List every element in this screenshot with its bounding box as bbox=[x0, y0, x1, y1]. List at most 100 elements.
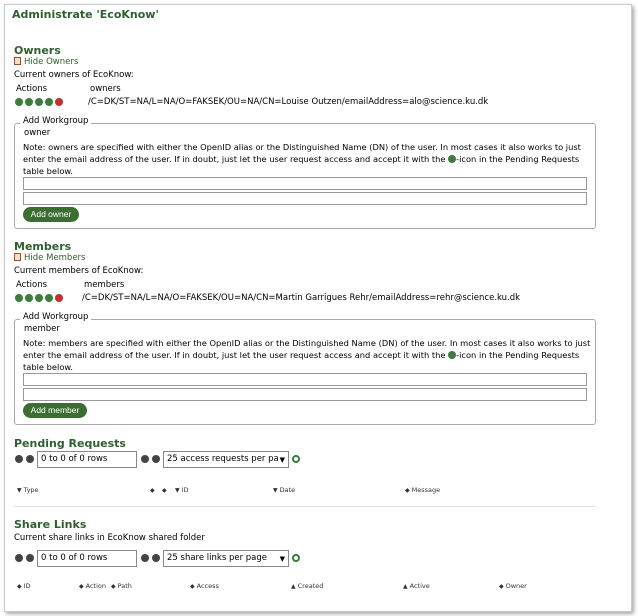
members-col-actions: Actions bbox=[16, 280, 48, 290]
sort-icon: ◆ bbox=[405, 487, 410, 494]
share-col-path-label: Path bbox=[117, 582, 132, 590]
pending-col-sort-b[interactable]: ◆ bbox=[162, 486, 169, 494]
owner-role-label: owner bbox=[24, 128, 51, 138]
sort-icon: ▼ bbox=[273, 487, 278, 494]
pending-col-type-label: Type bbox=[23, 486, 39, 494]
owners-heading: Owners bbox=[14, 44, 61, 57]
pending-per-page-value: 25 access requests per pa bbox=[167, 454, 279, 464]
first-icon[interactable] bbox=[15, 97, 23, 106]
share-col-created-label: Created bbox=[297, 582, 324, 590]
share-col-action-label: Action bbox=[85, 582, 106, 590]
next-icon[interactable] bbox=[35, 293, 43, 302]
sort-icon: ▼ bbox=[17, 487, 22, 494]
pager-first-icon[interactable] bbox=[15, 455, 23, 463]
add-owner-button[interactable]: Add owner bbox=[23, 207, 79, 222]
pending-col-message-label: Message bbox=[411, 486, 441, 494]
pending-per-page-select[interactable]: 25 access requests per pa ▼ bbox=[163, 451, 289, 468]
share-pager-input[interactable]: 0 to 0 of 0 rows bbox=[37, 550, 137, 567]
owners-col-actions: Actions bbox=[16, 84, 48, 94]
share-col-path[interactable]: ◆ Path bbox=[111, 582, 132, 590]
prev-icon[interactable] bbox=[25, 293, 33, 302]
member-input[interactable] bbox=[23, 373, 587, 386]
sort-icon: ◆ bbox=[162, 487, 167, 494]
owners-col-name: owners bbox=[90, 84, 121, 94]
pager-last-icon[interactable] bbox=[152, 455, 160, 463]
share-col-id[interactable]: ◆ ID bbox=[17, 582, 31, 590]
pending-col-sort-a[interactable]: ◆ bbox=[150, 486, 157, 494]
share-subtitle: Current share links in EcoKnow shared fo… bbox=[14, 533, 205, 543]
remove-icon[interactable] bbox=[55, 293, 63, 302]
share-heading: Share Links bbox=[14, 518, 87, 531]
owner-input-2[interactable] bbox=[23, 192, 587, 205]
share-per-page-select[interactable]: 25 share links per page ▼ bbox=[163, 550, 289, 567]
share-per-page-value: 25 share links per page bbox=[167, 553, 267, 563]
next-icon[interactable] bbox=[35, 97, 43, 106]
hide-members-link[interactable]: Hide Members bbox=[14, 253, 85, 263]
share-col-access[interactable]: ◆ Access bbox=[190, 582, 219, 590]
pager-next-icon[interactable] bbox=[141, 554, 149, 562]
add-owner-legend: Add Workgroup bbox=[20, 116, 92, 126]
pager-prev-icon[interactable] bbox=[26, 455, 34, 463]
members-col-name: members bbox=[84, 280, 125, 290]
member-role-label: member bbox=[24, 324, 60, 334]
sort-icon: ▲ bbox=[291, 583, 296, 590]
admin-panel bbox=[4, 4, 632, 612]
owners-current-label: Current owners of EcoKnow: bbox=[14, 70, 134, 80]
members-current-label: Current members of EcoKnow: bbox=[14, 266, 144, 276]
pending-col-type[interactable]: ▼ Type bbox=[17, 486, 39, 494]
share-col-owner[interactable]: ◆ Owner bbox=[499, 582, 527, 590]
chevron-down-icon: ▼ bbox=[279, 555, 285, 563]
owner-dn: /C=DK/ST=NA/L=NA/O=FAKSEK/OU=NA/CN=Louis… bbox=[88, 97, 489, 107]
share-col-created[interactable]: ▲ Created bbox=[291, 582, 323, 590]
pending-col-date-label: Date bbox=[279, 486, 296, 494]
last-icon[interactable] bbox=[45, 97, 53, 106]
sort-icon: ◆ bbox=[190, 583, 195, 590]
remove-icon[interactable] bbox=[55, 97, 63, 106]
share-col-owner-label: Owner bbox=[505, 582, 527, 590]
share-col-action[interactable]: ◆ Action bbox=[79, 582, 106, 590]
sort-icon: ◆ bbox=[499, 583, 504, 590]
pending-col-id-label: ID bbox=[181, 486, 189, 494]
sort-icon: ◆ bbox=[111, 583, 116, 590]
pending-pager-input[interactable]: 0 to 0 of 0 rows bbox=[37, 451, 137, 468]
member-note: Note: members are specified with either … bbox=[23, 337, 591, 373]
pending-col-date[interactable]: ▼ Date bbox=[273, 486, 295, 494]
sort-icon: ◆ bbox=[17, 583, 22, 590]
hide-members-label: Hide Members bbox=[24, 253, 86, 263]
page-title: Administrate 'EcoKnow' bbox=[12, 8, 159, 21]
add-member-legend: Add Workgroup bbox=[20, 312, 92, 322]
pager-last-icon[interactable] bbox=[152, 554, 160, 562]
hide-owners-link[interactable]: Hide Owners bbox=[14, 57, 78, 67]
accept-icon bbox=[448, 351, 457, 359]
add-member-button[interactable]: Add member bbox=[23, 403, 87, 418]
toggle-icon bbox=[14, 57, 21, 65]
pager-next-icon[interactable] bbox=[141, 455, 149, 463]
pending-heading: Pending Requests bbox=[14, 437, 126, 450]
member-dn: /C=DK/ST=NA/L=NA/O=FAKSEK/OU=NA/CN=Marti… bbox=[82, 293, 521, 303]
divider bbox=[14, 506, 596, 507]
members-heading: Members bbox=[14, 240, 72, 253]
sort-icon: ◆ bbox=[79, 583, 84, 590]
share-col-active[interactable]: ▲ Active bbox=[403, 582, 430, 590]
owner-note: Note: owners are specified with either t… bbox=[23, 141, 591, 177]
toggle-icon bbox=[14, 253, 21, 261]
pending-col-id[interactable]: ▼ ID bbox=[175, 486, 189, 494]
share-col-id-label: ID bbox=[23, 582, 31, 590]
last-icon[interactable] bbox=[45, 293, 53, 302]
owner-input[interactable] bbox=[23, 177, 587, 190]
chevron-down-icon: ▼ bbox=[279, 456, 285, 464]
pager-first-icon[interactable] bbox=[15, 554, 23, 562]
member-input-2[interactable] bbox=[23, 388, 587, 401]
member-row-actions bbox=[15, 293, 65, 303]
pager-prev-icon[interactable] bbox=[26, 554, 34, 562]
first-icon[interactable] bbox=[15, 293, 23, 302]
prev-icon[interactable] bbox=[25, 97, 33, 106]
pending-col-message[interactable]: ◆ Message bbox=[405, 486, 440, 494]
sort-icon: ◆ bbox=[150, 487, 155, 494]
hide-owners-label: Hide Owners bbox=[24, 57, 79, 67]
owner-row-actions bbox=[15, 97, 65, 107]
refresh-icon[interactable] bbox=[292, 554, 300, 562]
share-col-active-label: Active bbox=[409, 582, 430, 590]
sort-icon: ▼ bbox=[175, 487, 180, 494]
refresh-icon[interactable] bbox=[292, 455, 300, 463]
